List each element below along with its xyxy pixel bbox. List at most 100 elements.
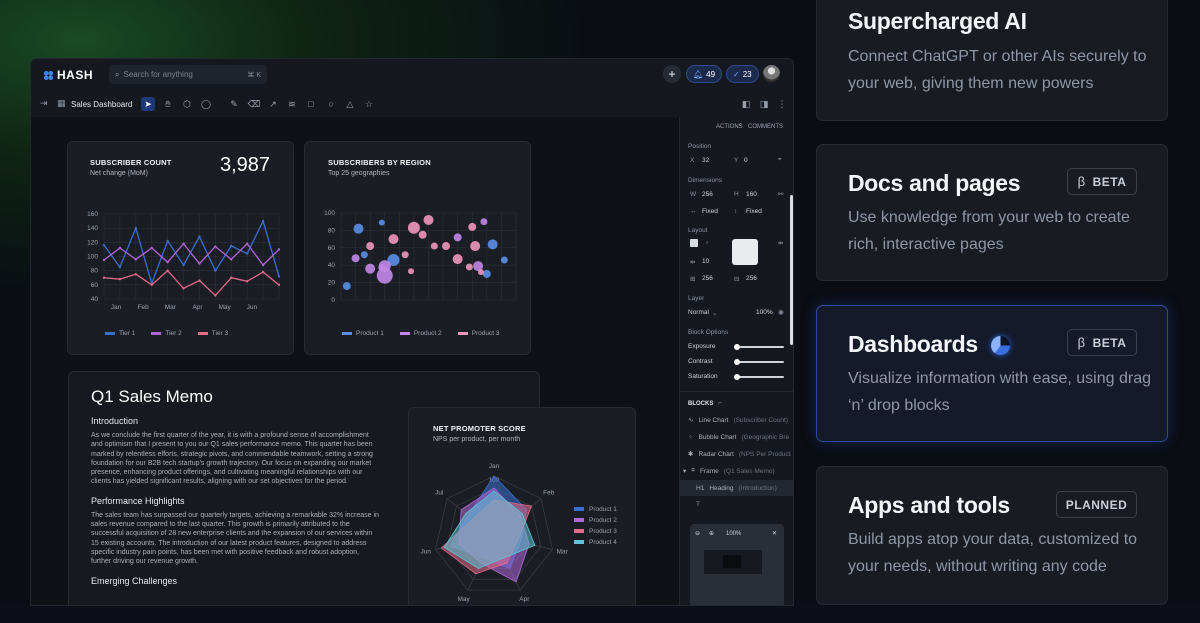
opacity-field[interactable]: 100% — [756, 309, 773, 316]
legend-product-3: Product 3 — [457, 330, 499, 337]
memo-paragraph-performance[interactable]: The sales team has surpassed our quarter… — [91, 511, 381, 567]
more-icon[interactable]: ⋮ — [775, 97, 789, 111]
data-point — [245, 252, 249, 255]
saturation-slider[interactable] — [734, 374, 784, 380]
search-input[interactable]: ⌕ Search for anything ⌘ K — [109, 65, 267, 84]
feature-card-apps[interactable]: Apps and tools PLANNED Build apps atop y… — [816, 466, 1168, 605]
breadcrumb[interactable]: Sales Dashboard — [71, 100, 132, 109]
radar-category-label: Jun — [421, 549, 432, 556]
tasks-button[interactable]: ✓ 23 — [726, 65, 759, 83]
memo-title[interactable]: Q1 Sales Memo — [91, 387, 517, 407]
y-tick-label: 40 — [91, 296, 99, 303]
tab-comments[interactable]: COMMENTS — [748, 124, 783, 130]
tab-actions[interactable]: ACTIONS — [716, 124, 743, 130]
pencil-tool-icon[interactable]: ✎ — [227, 97, 241, 111]
bubble-product-2 — [351, 254, 360, 263]
triangle-tool-icon[interactable]: △ — [343, 97, 357, 111]
hand-tool-icon[interactable]: ✋︎ — [161, 97, 175, 111]
memo-paragraph-introduction[interactable]: As we conclude the first quarter of the … — [91, 431, 381, 487]
arrow-tool-icon[interactable]: ↗ — [266, 97, 280, 111]
block-radar-chart[interactable]: ✱ Radar Chart (NPS Per Product — [680, 446, 793, 462]
link-icon[interactable]: ⚯ — [778, 190, 783, 198]
y-field[interactable]: 0 — [744, 157, 748, 164]
minimap-zoom-value: 100% — [726, 531, 742, 537]
zoom-in-icon[interactable]: ⊕ — [709, 530, 714, 537]
nps-radar-chart: JanFebMarAprMayJunJul100Product 1Product… — [421, 463, 618, 603]
avatar[interactable] — [763, 65, 780, 82]
text-tool-icon[interactable]: T — [696, 501, 700, 508]
block-line-chart[interactable]: ∿ Line Chart (Subscriber Count) — [680, 412, 793, 428]
padding-h-field[interactable]: 256 — [746, 275, 757, 282]
panel-scrollbar[interactable] — [790, 195, 793, 345]
w-field[interactable]: 256 — [702, 191, 713, 198]
eye-icon[interactable]: ◉ — [778, 308, 784, 316]
region-bubble-chart: 100 80 60 40 20 0 — [324, 210, 517, 304]
notifications-button[interactable]: 🔔︎ 49 — [686, 65, 723, 83]
bubble-product-1 — [500, 256, 508, 264]
feature-card-ai[interactable]: Supercharged AI Connect ChatGPT or other… — [816, 0, 1168, 121]
subscriber-count-card[interactable]: SUBSCRIBER COUNT Net change (MoM) 3,987 … — [67, 141, 294, 355]
feature-title-ai: Supercharged AI — [848, 8, 1027, 34]
minimap[interactable]: ⊖ ⊕ 100% ✕ — [690, 524, 784, 605]
padding-w-field[interactable]: 256 — [702, 275, 713, 282]
exposure-slider[interactable] — [734, 344, 784, 350]
subscribers-by-region-card[interactable]: SUBSCRIBERS BY REGION Top 25 geographies… — [304, 141, 531, 355]
radar-category-label: Feb — [543, 489, 555, 496]
heading-icon: H1 — [696, 484, 705, 492]
bell-icon: 🔔︎ — [693, 69, 704, 79]
panel-left-icon[interactable]: ◧ — [739, 97, 753, 111]
circle-tool-icon[interactable]: ○ — [324, 97, 338, 111]
bubble-product-1 — [487, 239, 498, 250]
distribute-icon[interactable]: ⇹ — [778, 239, 783, 247]
data-point — [102, 258, 106, 262]
comment-tool-icon[interactable]: ◯ — [199, 97, 213, 111]
zoom-out-icon[interactable]: ⊖ — [695, 530, 700, 537]
caret-down-icon: ▾ — [683, 468, 687, 475]
radar-legend-label: Product 2 — [589, 517, 617, 524]
block-frame[interactable]: ▾ ⌗ Frame (Q1 Sales Memo) — [680, 463, 793, 479]
target-icon[interactable]: ⌖ — [778, 156, 782, 164]
star-tool-icon[interactable]: ☆ — [362, 97, 376, 111]
bubble-product-1 — [342, 282, 351, 291]
eraser-tool-icon[interactable]: ⌫ — [247, 97, 261, 111]
hash-logo[interactable]: HASH — [43, 68, 93, 82]
data-point — [150, 283, 153, 287]
feature-card-docs[interactable]: Docs and pages β BETA Use knowledge from … — [816, 144, 1168, 281]
data-point — [277, 248, 281, 251]
region-card-title: SUBSCRIBERS BY REGION — [328, 158, 431, 167]
cube-tool-icon[interactable]: ⬡ — [180, 97, 194, 111]
highlighter-tool-icon[interactable]: ≋ — [285, 97, 299, 111]
data-point — [182, 263, 185, 267]
create-button[interactable]: + — [663, 65, 681, 83]
layout-label: Layout — [688, 227, 708, 234]
radar-chart-icon: ✱ — [688, 451, 694, 458]
logo-text: HASH — [57, 68, 94, 82]
panel-right-icon[interactable]: ◨ — [757, 97, 771, 111]
layout-direction-icon[interactable] — [690, 239, 698, 247]
height-mode-select[interactable]: Fixed — [746, 208, 762, 215]
block-bubble-chart[interactable]: ⁘ Bubble Chart (Geographic Bre — [680, 429, 793, 445]
feature-card-dashboards[interactable]: Dashboards β BETA Visualize information w… — [816, 305, 1168, 442]
nps-card-title: NET PROMOTER SCORE — [433, 424, 526, 433]
gap-field[interactable]: 10 — [702, 258, 709, 265]
data-point — [245, 242, 249, 245]
h-field[interactable]: 160 — [746, 191, 757, 198]
width-mode-select[interactable]: Fixed — [702, 208, 718, 215]
contrast-slider[interactable] — [734, 359, 784, 365]
blend-mode-select[interactable]: Normal — [688, 309, 709, 316]
select-tool-icon[interactable]: ➤ — [141, 97, 155, 111]
rectangle-tool-icon[interactable]: □ — [304, 97, 318, 111]
alignment-grid[interactable] — [732, 239, 758, 265]
x-field[interactable]: 32 — [702, 157, 709, 164]
y-tick-label: 80 — [91, 268, 99, 275]
bubble-chart-legend: Product 1 Product 2 Product 3 — [342, 330, 499, 337]
expand-sidebar-icon[interactable]: ⇥ — [40, 98, 48, 109]
planned-badge: PLANNED — [1056, 491, 1137, 518]
block-heading[interactable]: H1 Heading (Introduction) — [680, 480, 793, 496]
blocks-expand-icon[interactable]: ⌐ — [718, 400, 722, 407]
close-icon[interactable]: ✕ — [772, 530, 777, 537]
net-promoter-score-card[interactable]: NET PROMOTER SCORE NPS per product, per … — [408, 407, 636, 605]
radar-category-label: Jul — [435, 489, 444, 496]
data-point — [166, 260, 169, 264]
data-point — [166, 269, 169, 272]
